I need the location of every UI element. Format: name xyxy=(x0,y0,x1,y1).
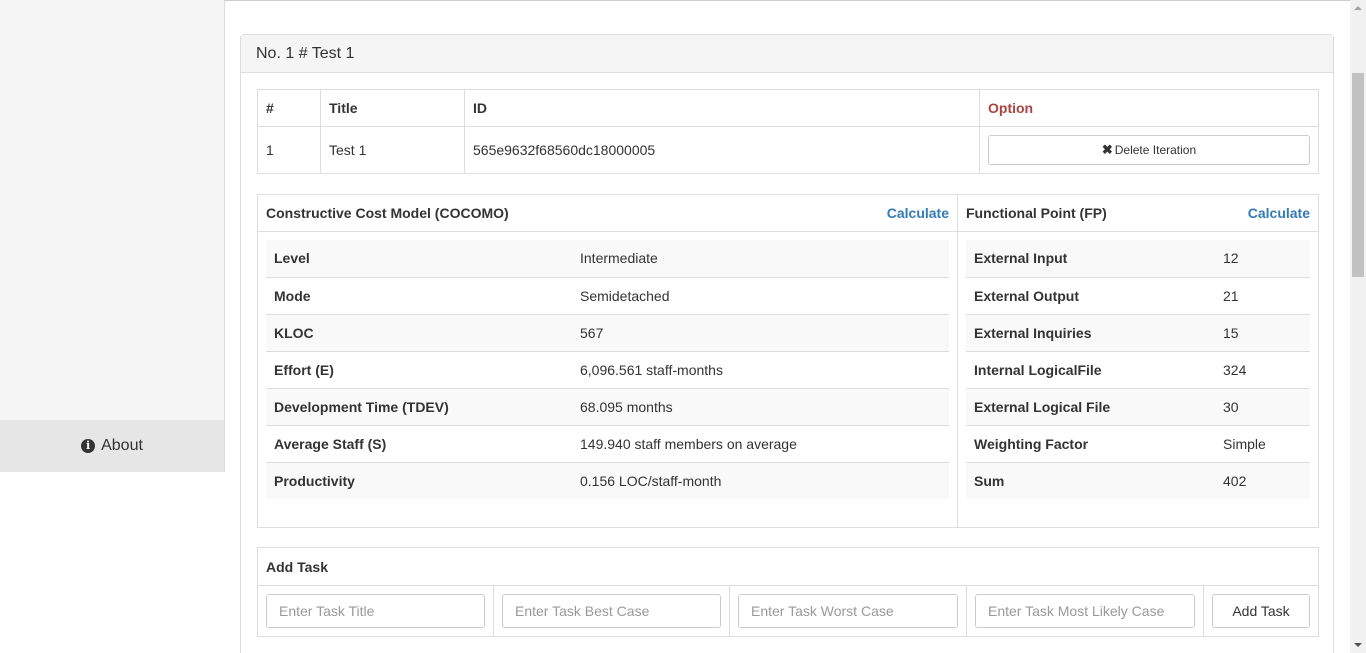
vertical-scrollbar[interactable] xyxy=(1350,0,1366,653)
cocomo-value: Intermediate xyxy=(572,240,949,277)
column-header-id: ID xyxy=(464,89,980,127)
cocomo-value: Semidetached xyxy=(572,276,949,314)
cocomo-label: Productivity xyxy=(266,461,572,499)
scroll-down-arrow-icon[interactable] xyxy=(1350,637,1366,653)
cocomo-label: Average Staff (S) xyxy=(266,424,572,462)
add-task-panel: Add Task Add Task xyxy=(257,547,1319,637)
table-row: External Output 21 xyxy=(966,276,1310,314)
cocomo-label: Level xyxy=(266,240,572,277)
task-title-cell xyxy=(258,586,494,637)
table-row: Productivity 0.156 LOC/staff-month xyxy=(266,461,949,499)
table-row: 1 Test 1 565e9632f68560dc18000005 ✖ Dele… xyxy=(257,126,1319,174)
cocomo-value: 567 xyxy=(572,313,949,351)
delete-iteration-button[interactable]: ✖ Delete Iteration xyxy=(988,135,1310,165)
cocomo-table: Level Intermediate Mode Semidetached KLOC 5… xyxy=(266,240,949,499)
cocomo-value: 0.156 LOC/staff-month xyxy=(572,461,949,499)
cocomo-label: Mode xyxy=(266,276,572,314)
table-row: Internal LogicalFile 324 xyxy=(966,350,1310,388)
table-row: Development Time (TDEV) 68.095 months xyxy=(266,387,949,425)
scroll-up-arrow-icon[interactable] xyxy=(1350,0,1366,16)
cell-title: Test 1 xyxy=(320,126,465,174)
column-header-number: # xyxy=(257,89,321,127)
remove-icon: ✖ xyxy=(1101,142,1113,157)
fp-value: 21 xyxy=(1215,276,1310,314)
fp-value: 402 xyxy=(1215,461,1310,499)
add-task-title: Add Task xyxy=(258,548,1318,586)
fp-label: External Inquiries xyxy=(966,313,1215,351)
task-likely-cell xyxy=(967,586,1204,637)
column-header-option: Option xyxy=(979,89,1319,127)
add-task-button[interactable]: Add Task xyxy=(1212,594,1310,628)
iteration-table: # Title ID Option 1 Test 1 565e9632f6856… xyxy=(257,89,1319,174)
fp-value: 30 xyxy=(1215,387,1310,425)
cocomo-label: Effort (E) xyxy=(266,350,572,388)
task-title-input[interactable] xyxy=(266,594,485,628)
task-most-likely-input[interactable] xyxy=(975,594,1195,628)
cocomo-title: Constructive Cost Model (COCOMO) xyxy=(266,205,509,221)
fp-panel: Functional Point (FP) Calculate External… xyxy=(957,194,1319,528)
info-circle-icon: i xyxy=(81,439,96,453)
cocomo-value: 68.095 months xyxy=(572,387,949,425)
top-divider xyxy=(225,0,1350,1)
sidebar-item-about[interactable]: i About xyxy=(0,420,225,472)
sidebar-item-label: About xyxy=(101,437,143,454)
task-worst-cell xyxy=(730,586,967,637)
cell-number: 1 xyxy=(257,126,321,174)
task-best-case-input[interactable] xyxy=(502,594,721,628)
cocomo-value: 6,096.561 staff-months xyxy=(572,350,949,388)
table-row: Weighting Factor Simple xyxy=(966,424,1310,462)
scrollbar-thumb[interactable] xyxy=(1352,73,1364,277)
cocomo-label: KLOC xyxy=(266,313,572,351)
table-row: External Input 12 xyxy=(966,240,1310,277)
table-row: External Logical File 30 xyxy=(966,387,1310,425)
table-row: Mode Semidetached xyxy=(266,276,949,314)
task-button-cell: Add Task xyxy=(1204,586,1318,637)
panel-title: No. 1 # Test 1 xyxy=(241,35,1333,73)
sidebar-menu-area xyxy=(0,0,225,420)
fp-calculate-link[interactable]: Calculate xyxy=(1248,205,1310,221)
iteration-panel: No. 1 # Test 1 # Title ID Option 1 Test … xyxy=(240,34,1334,653)
table-row: External Inquiries 15 xyxy=(966,313,1310,351)
sidebar: i About xyxy=(0,0,225,653)
fp-table: External Input 12 External Output 21 Exter… xyxy=(966,240,1310,499)
column-header-title: Title xyxy=(320,89,465,127)
add-task-form: Add Task xyxy=(258,586,1318,637)
table-row: Level Intermediate xyxy=(266,240,949,277)
fp-label: Weighting Factor xyxy=(966,424,1215,462)
table-row: Average Staff (S) 149.940 staff members o… xyxy=(266,424,949,462)
fp-header: Functional Point (FP) Calculate xyxy=(958,195,1318,232)
fp-label: External Logical File xyxy=(966,387,1215,425)
fp-label: Sum xyxy=(966,461,1215,499)
table-row: Sum 402 xyxy=(966,461,1310,499)
fp-label: Internal LogicalFile xyxy=(966,350,1215,388)
fp-value: 12 xyxy=(1215,240,1310,277)
fp-value: 15 xyxy=(1215,313,1310,351)
table-row: Effort (E) 6,096.561 staff-months xyxy=(266,350,949,388)
fp-label: External Input xyxy=(966,240,1215,277)
fp-label: External Output xyxy=(966,276,1215,314)
table-row: KLOC 567 xyxy=(266,313,949,351)
fp-title: Functional Point (FP) xyxy=(966,205,1107,221)
cocomo-calculate-link[interactable]: Calculate xyxy=(887,205,949,221)
delete-iteration-label: Delete Iteration xyxy=(1114,143,1197,157)
cocomo-label: Development Time (TDEV) xyxy=(266,387,572,425)
task-best-cell xyxy=(494,586,730,637)
cocomo-header: Constructive Cost Model (COCOMO) Calcula… xyxy=(258,195,957,232)
cell-option: ✖ Delete Iteration xyxy=(979,126,1319,174)
cell-id: 565e9632f68560dc18000005 xyxy=(464,126,980,174)
cocomo-panel: Constructive Cost Model (COCOMO) Calcula… xyxy=(257,194,958,528)
fp-value: Simple xyxy=(1215,424,1310,462)
fp-value: 324 xyxy=(1215,350,1310,388)
cocomo-value: 149.940 staff members on average xyxy=(572,424,949,462)
table-header-row: # Title ID Option xyxy=(257,89,1319,127)
task-worst-case-input[interactable] xyxy=(738,594,958,628)
